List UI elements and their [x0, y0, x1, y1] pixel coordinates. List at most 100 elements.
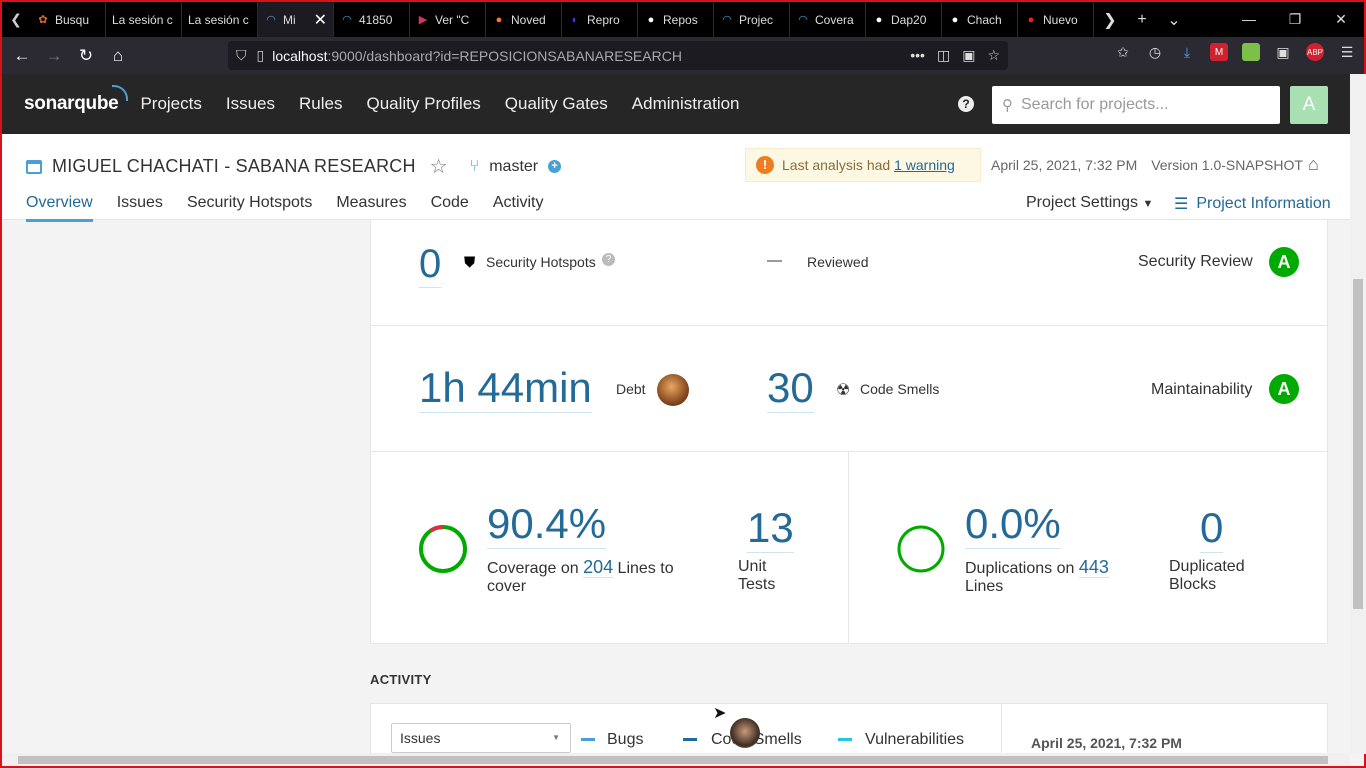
legend-bugs[interactable]: Bugs	[607, 731, 643, 749]
favorite-star-icon[interactable]: ☆	[430, 154, 448, 179]
browser-tab[interactable]: ✿ Busqu	[30, 2, 106, 37]
tab-list: ✿ Busqu La sesión c La sesión c ◠ Mi ✕ ◠ 41850 ▶ V…	[30, 2, 1094, 37]
horizontal-scrollbar[interactable]	[2, 753, 1350, 766]
project-information-link[interactable]: ☰ Project Information	[1174, 194, 1331, 214]
mouse-cursor-icon: ➤	[713, 705, 727, 722]
duplications-lines-text: Lines	[965, 578, 1004, 595]
shield-icon[interactable]: ⛉	[236, 47, 247, 64]
browser-tab[interactable]: ● Chach	[942, 2, 1018, 37]
project-title[interactable]: MIGUEL CHACHATI - SABANA RESEARCH	[52, 156, 416, 177]
floppy-icon[interactable]: ▣	[1274, 43, 1292, 61]
maintainability-rating[interactable]: A	[1269, 374, 1299, 404]
project-settings-menu[interactable]: Project Settings ▼	[1026, 194, 1153, 212]
legend-code-smells-swatch	[683, 738, 697, 741]
security-review-rating[interactable]: A	[1269, 247, 1299, 277]
extension-green-icon[interactable]	[1242, 43, 1260, 61]
url-path: :9000/dashboard?id=REPOSICIONSABANARESEA…	[327, 47, 682, 64]
new-tab-icon[interactable]: +	[1126, 11, 1158, 29]
project-version: Version 1.0-SNAPSHOT	[1151, 157, 1303, 173]
home-icon[interactable]: ⌂	[102, 40, 134, 72]
nav-quality-profiles[interactable]: Quality Profiles	[366, 94, 480, 114]
restore-icon[interactable]: ❐	[1272, 11, 1318, 28]
url-bar[interactable]: ⛉ ▯ localhost:9000/dashboard?id=REPOSICI…	[228, 41, 1008, 70]
user-avatar[interactable]: A	[1290, 86, 1328, 124]
more-icon[interactable]: •••	[910, 47, 925, 64]
maintainability-label: Maintainability	[1151, 381, 1253, 398]
tab-list-menu-icon[interactable]: ⌄	[1158, 10, 1190, 30]
project-home-icon[interactable]: ⌂	[1308, 154, 1319, 175]
duplications-panel: 0.0% Duplications on 443 Lines 0 Duplica…	[848, 451, 1328, 644]
browser-tab[interactable]: ● Noved	[486, 2, 562, 37]
webcam-overlay	[730, 718, 760, 748]
nav-administration[interactable]: Administration	[632, 94, 740, 114]
tab-overview[interactable]: Overview	[26, 194, 93, 222]
duplications-donut[interactable]	[896, 524, 946, 574]
reload-icon[interactable]: ↻	[70, 40, 102, 72]
download-icon[interactable]: ⤓	[1178, 43, 1196, 61]
nav-issues[interactable]: Issues	[226, 94, 275, 114]
help-circle-icon[interactable]: ?	[602, 253, 615, 266]
search-input[interactable]: ⚲ Search for projects...	[992, 86, 1280, 124]
history-icon[interactable]: ◷	[1146, 43, 1164, 61]
save-icon[interactable]: ▣	[962, 47, 975, 64]
bookmark-star-icon[interactable]: ☆	[987, 47, 1000, 64]
tab-scroll-right-icon[interactable]: ❯	[1094, 10, 1126, 30]
vertical-scroll-thumb[interactable]	[1353, 279, 1363, 609]
graph-type-select[interactable]: Issues ▼	[391, 723, 571, 753]
logo-text: sonarqube	[24, 93, 119, 114]
extension-icon[interactable]: M	[1210, 43, 1228, 61]
coverage-lines[interactable]: 204	[583, 557, 614, 578]
debt-value[interactable]: 1h 44min	[419, 364, 592, 413]
browser-tab[interactable]: La sesión c	[182, 2, 258, 37]
sonarqube-logo[interactable]: sonarqube	[24, 85, 129, 115]
browser-tab[interactable]: ● Repos	[638, 2, 714, 37]
close-tab-icon[interactable]: ✕	[314, 10, 327, 30]
browser-tab[interactable]: La sesión c	[106, 2, 182, 37]
tab-code[interactable]: Code	[431, 194, 469, 222]
minimize-icon[interactable]: —	[1226, 11, 1272, 28]
nav-quality-gates[interactable]: Quality Gates	[505, 94, 608, 114]
hotspots-value[interactable]: 0	[419, 242, 442, 288]
activity-heading: ACTIVITY	[370, 672, 432, 687]
branch-name[interactable]: master	[489, 158, 538, 176]
help-icon[interactable]: ?	[958, 96, 974, 112]
duplications-lines[interactable]: 443	[1078, 557, 1109, 578]
browser-tab[interactable]: ◐ Repro	[562, 2, 638, 37]
forward-icon[interactable]: →	[38, 40, 70, 72]
back-icon[interactable]: ←	[6, 40, 38, 72]
code-smells-value[interactable]: 30	[767, 364, 814, 413]
browser-tab[interactable]: ● Dap20	[866, 2, 942, 37]
code-smell-icon: ☢	[836, 382, 851, 399]
browser-tab[interactable]: ◠ Mi ✕	[258, 2, 334, 37]
nav-projects[interactable]: Projects	[140, 94, 201, 114]
horizontal-scroll-thumb[interactable]	[18, 756, 1328, 764]
duplications-value[interactable]: 0.0%	[965, 500, 1061, 549]
coverage-value[interactable]: 90.4%	[487, 500, 607, 549]
sonar-icon: ◠	[266, 14, 276, 26]
tab-security-hotspots[interactable]: Security Hotspots	[187, 194, 312, 222]
activity-graph-panel: Issues ▼ Bugs Code Smells Vulnerabilitie…	[370, 703, 1002, 755]
coverage-donut[interactable]	[418, 524, 468, 574]
unit-tests-value[interactable]: 13	[747, 504, 794, 553]
pocket-icon[interactable]: ◫	[937, 47, 950, 64]
browser-tab[interactable]: ● Nuevo	[1018, 2, 1094, 37]
tab-activity[interactable]: Activity	[493, 194, 544, 222]
menu-icon[interactable]: ☰	[1338, 43, 1356, 61]
browser-tab[interactable]: ◠ Covera	[790, 2, 866, 37]
browser-tab[interactable]: ◠ Projec	[714, 2, 790, 37]
nav-rules[interactable]: Rules	[299, 94, 342, 114]
tab-scroll-left-icon[interactable]: ❮	[2, 2, 30, 37]
branch-add-icon[interactable]: +	[548, 160, 562, 173]
close-window-icon[interactable]: ✕	[1318, 11, 1364, 28]
adblock-icon[interactable]: ABP	[1306, 43, 1324, 61]
legend-vulnerabilities[interactable]: Vulnerabilities	[865, 731, 964, 749]
tab-issues[interactable]: Issues	[117, 194, 163, 222]
vertical-scrollbar[interactable]	[1350, 74, 1366, 754]
duplicated-blocks-value[interactable]: 0	[1200, 504, 1224, 553]
tab-measures[interactable]: Measures	[336, 194, 406, 222]
browser-tab[interactable]: ◠ 41850	[334, 2, 410, 37]
warning-link[interactable]: 1 warning	[894, 157, 955, 173]
browser-tab[interactable]: ▶ Ver "C	[410, 2, 486, 37]
bookmarks-icon[interactable]: ✩	[1114, 43, 1132, 61]
browser-tab-label: Ver "C	[435, 12, 470, 27]
